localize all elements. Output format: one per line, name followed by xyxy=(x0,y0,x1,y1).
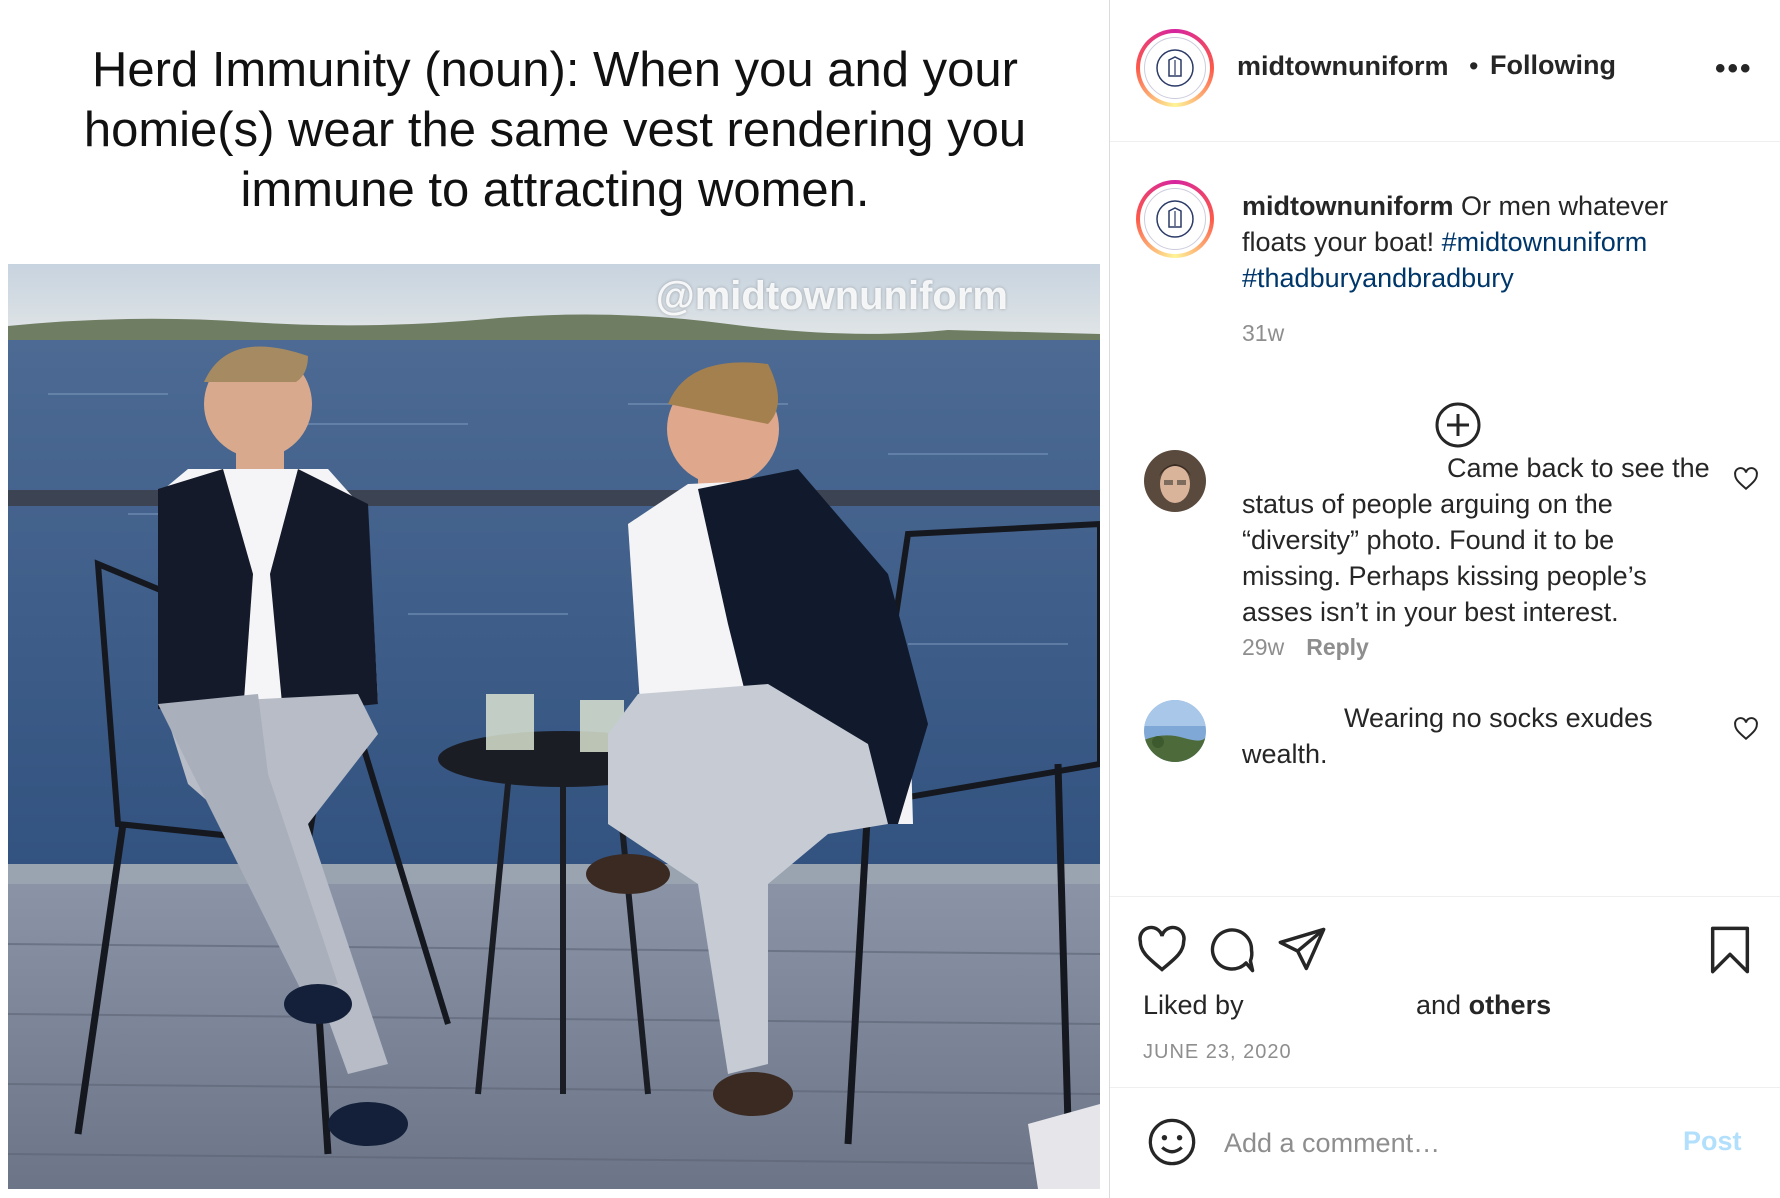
liked-by-others: and others xyxy=(1416,990,1552,1020)
meme-caption: Herd Immunity (noun): When you and your … xyxy=(83,43,1027,217)
others-link[interactable]: others xyxy=(1469,990,1552,1020)
header-separator: • xyxy=(1469,51,1479,81)
liked-by-label: Liked by xyxy=(1143,990,1244,1020)
caption-timestamp[interactable]: 31w xyxy=(1242,320,1284,347)
header-username-link[interactable]: midtownuniform xyxy=(1237,51,1448,82)
like-heart-icon[interactable] xyxy=(1136,924,1188,976)
post-media: Herd Immunity (noun): When you and your … xyxy=(0,0,1108,1198)
photo-watermark: @midtownuniform xyxy=(655,274,1008,318)
add-comment-input[interactable] xyxy=(1222,1120,1656,1166)
action-divider xyxy=(1110,896,1780,897)
commenter-avatar[interactable] xyxy=(1144,700,1206,762)
post-comment-button[interactable]: Post xyxy=(1683,1126,1742,1157)
caption-avatar[interactable] xyxy=(1136,180,1214,258)
post-header: midtownuniform • Following ••• xyxy=(1110,0,1780,142)
hashtag-link[interactable]: #midtownuniform xyxy=(1442,227,1648,257)
comment-meta: 29w Reply xyxy=(1242,634,1369,661)
comment-timestamp[interactable]: 29w xyxy=(1242,634,1284,660)
post-photo: @midtownuniform xyxy=(8,264,1100,1189)
comment-like-heart-icon[interactable] xyxy=(1733,466,1759,492)
save-bookmark-icon[interactable] xyxy=(1704,924,1756,976)
commenter-avatar[interactable] xyxy=(1144,450,1206,512)
post-sidebar: midtownuniform • Following ••• midtownun… xyxy=(1109,0,1780,1198)
caption-username-link[interactable]: midtownuniform xyxy=(1242,191,1453,221)
header-avatar[interactable] xyxy=(1136,29,1214,107)
midtown-uniform-logo-icon xyxy=(1144,37,1206,99)
comment-like-heart-icon[interactable] xyxy=(1733,716,1759,742)
comment-text: Wearing no socks exudes wealth. xyxy=(1242,703,1653,769)
hashtag-link[interactable]: #thadburyandbradbury xyxy=(1242,263,1514,293)
add-comment-divider xyxy=(1110,1087,1780,1088)
emoji-smiley-icon[interactable] xyxy=(1146,1116,1198,1168)
following-button[interactable]: Following xyxy=(1490,50,1616,81)
share-paper-plane-icon[interactable] xyxy=(1276,924,1328,976)
more-options-button[interactable]: ••• xyxy=(1715,52,1753,86)
caption-text: midtownuniform Or men whatever floats yo… xyxy=(1242,188,1712,296)
midtown-uniform-logo-icon xyxy=(1144,188,1206,250)
load-more-comments-icon[interactable] xyxy=(1433,400,1483,450)
reply-button[interactable]: Reply xyxy=(1306,634,1369,660)
comment-bubble-icon[interactable] xyxy=(1206,924,1258,976)
photo-illustration xyxy=(8,264,1100,1189)
post-date[interactable]: JUNE 23, 2020 xyxy=(1143,1041,1292,1064)
comment-text: Came back to see the status of people ar… xyxy=(1242,453,1710,627)
